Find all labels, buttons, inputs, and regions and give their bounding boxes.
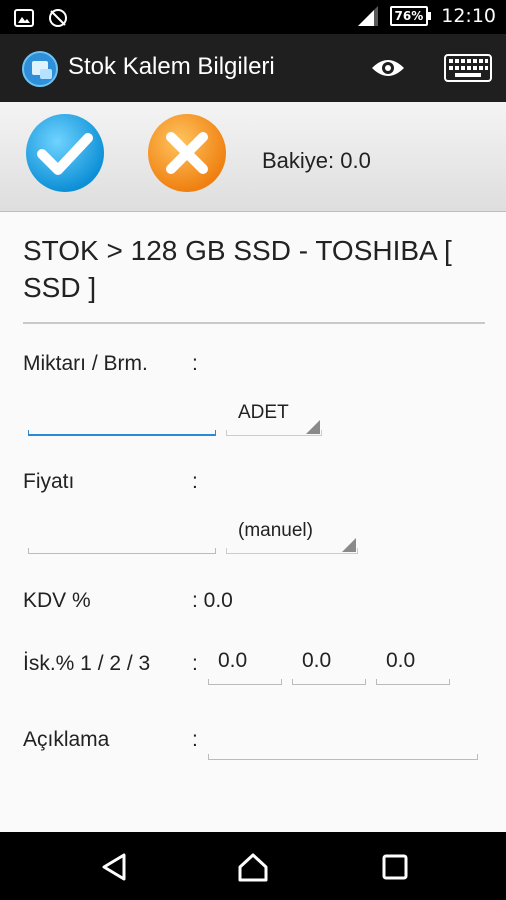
navigation-bar (0, 832, 506, 900)
divider (23, 322, 485, 324)
description-input[interactable] (208, 720, 478, 760)
discount-2-input[interactable]: 0.0 (292, 645, 366, 685)
quantity-colon: : (192, 352, 198, 375)
toolbar: Bakiye: 0.0 (0, 102, 506, 212)
quantity-input[interactable] (28, 396, 216, 436)
quantity-label: Miktarı / Brm. (23, 352, 148, 375)
price-label: Fiyatı (23, 470, 75, 493)
status-right: 76% 12:10 (356, 5, 496, 27)
home-icon[interactable] (236, 850, 270, 884)
description-label: Açıklama (23, 728, 110, 751)
description-colon: : (192, 728, 198, 751)
keyboard-icon[interactable] (444, 54, 492, 82)
status-left (14, 8, 68, 28)
battery-indicator: 76% (389, 6, 432, 26)
eye-icon[interactable] (370, 54, 406, 82)
app-icon (22, 51, 58, 87)
price-type-value: (manuel) (238, 520, 313, 541)
action-bar: Stok Kalem Bilgileri (0, 34, 506, 102)
signal-icon (357, 6, 378, 26)
unit-select[interactable]: ADET (226, 398, 322, 436)
back-icon[interactable] (98, 850, 132, 884)
discount-3-input[interactable]: 0.0 (376, 645, 450, 685)
no-sync-icon (49, 9, 67, 27)
status-bar: 76% 12:10 (0, 0, 506, 34)
discount-colon: : (192, 652, 198, 675)
stock-title: STOK > 128 GB SSD - TOSHIBA [ SSD ] (23, 235, 452, 303)
cancel-button[interactable] (146, 112, 228, 194)
ok-button[interactable] (24, 112, 106, 194)
price-type-select[interactable]: (manuel) (226, 516, 358, 554)
unit-select-value: ADET (238, 402, 289, 423)
price-colon: : (192, 470, 198, 493)
image-notification-icon (14, 9, 34, 27)
vat-label: KDV % (23, 589, 91, 612)
vat-value: : 0.0 (192, 589, 233, 612)
discount-1-input[interactable]: 0.0 (208, 645, 282, 685)
price-input[interactable] (28, 514, 216, 554)
recent-apps-icon[interactable] (378, 850, 412, 884)
clock: 12:10 (441, 5, 496, 27)
action-bar-title: Stok Kalem Bilgileri (68, 53, 275, 80)
battery-level: 76% (389, 6, 429, 26)
discount-label: İsk.% 1 / 2 / 3 (23, 652, 151, 675)
balance-text: Bakiye: 0.0 (262, 148, 371, 173)
